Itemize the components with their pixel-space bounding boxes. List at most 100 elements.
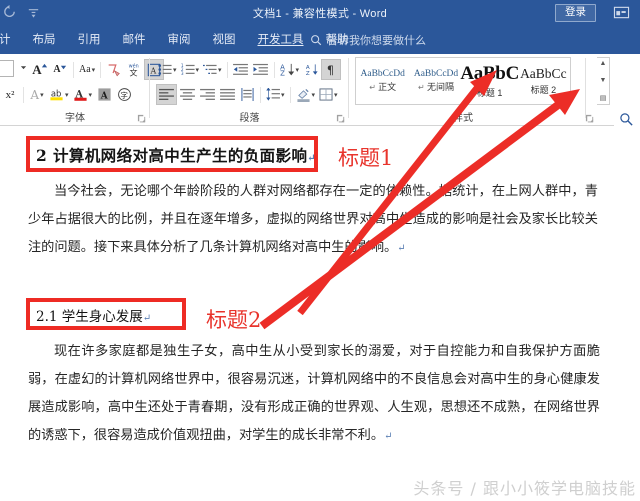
svg-text:¶: ¶ (326, 64, 333, 76)
sort-icon: A Z (280, 64, 294, 76)
text-effects-button[interactable]: A ▾ (27, 84, 47, 105)
styles-gallery-scrollbar[interactable]: ▲ ▼ ▤ (597, 57, 610, 105)
scroll-down-icon[interactable]: ▼ (600, 77, 607, 84)
character-shading-button[interactable]: A (94, 84, 114, 105)
chevron-down-icon[interactable]: ▾ (296, 66, 300, 74)
svg-text:A: A (305, 65, 309, 71)
styles-dialog-launcher[interactable] (585, 114, 594, 123)
style-item-no-spacing[interactable]: AaBbCcDd ↵ 无间隔 (409, 58, 462, 104)
style-item-heading-1[interactable]: AaBbC 标题 1 (460, 58, 519, 104)
pilcrow-icon: ↵ (142, 313, 152, 324)
ribbon-tab-row: 计 布局 引用 邮件 审阅 视图 开发工具 帮助 告诉我你想要做什么 (0, 26, 640, 54)
justify-button[interactable] (217, 84, 237, 105)
sort-az-button[interactable]: A Z (301, 59, 321, 80)
chevron-down-icon[interactable]: ▾ (89, 91, 93, 99)
chevron-down-icon[interactable]: ▾ (173, 66, 177, 74)
heading1-text[interactable]: 2 计算机网络对高中生产生的负面影响↵ (36, 144, 316, 166)
multilevel-list-button[interactable]: ▾ (201, 59, 224, 80)
show-formatting-marks-icon: ¶ (326, 64, 333, 76)
align-right-button[interactable] (197, 84, 217, 105)
style-preview: AaBbCcDd (360, 69, 405, 79)
paragraph-group-label: 段落 (239, 113, 260, 124)
styles-group: AaBbCcDd ↵ 正文 AaBbCcDd ↵ 无间隔 AaBbC 标题 1 … (355, 54, 610, 126)
multilevel-list-icon (203, 64, 217, 74)
shading-button[interactable]: ▾ (294, 84, 318, 105)
align-center-button[interactable] (177, 84, 197, 105)
text-effects-icon: A (30, 87, 40, 102)
enclose-characters-button[interactable]: 字 (114, 84, 134, 105)
tab-view[interactable]: 视图 (202, 26, 247, 54)
find-icon[interactable] (619, 112, 634, 127)
tab-design[interactable]: 计 (0, 26, 22, 54)
chevron-down-icon[interactable]: ▾ (334, 91, 338, 99)
text-highlight-color-button[interactable]: ab ▾ (47, 84, 71, 105)
chevron-down-icon[interactable]: ▾ (92, 66, 96, 74)
tell-me-box[interactable]: 告诉我你想要做什么 (310, 26, 426, 54)
chevron-down-icon[interactable]: ▾ (281, 91, 285, 99)
down-arrow-icon (60, 65, 66, 69)
numbering-button[interactable]: 1 2 3 ▾ (179, 59, 202, 80)
watermark: 头条号 / 跟小小筱学电脑技能 (413, 479, 636, 498)
style-preview: AaBbC (460, 63, 519, 84)
grow-font-button[interactable]: A (30, 59, 50, 80)
more-styles-icon[interactable]: ▤ (600, 94, 607, 102)
superscript-button[interactable]: x² (0, 84, 20, 105)
phonetic-guide-button[interactable]: wén 文 (124, 59, 144, 80)
borders-button[interactable]: ▾ (317, 84, 340, 105)
sort-button[interactable]: A Z ▾ (278, 59, 302, 80)
tab-developer[interactable]: 开发工具 (247, 26, 315, 54)
pilcrow-icon: ↵ (369, 83, 379, 92)
font-color-icon: A (74, 89, 87, 101)
font-name-box[interactable] (0, 60, 14, 77)
chevron-down-icon[interactable]: ▾ (65, 91, 69, 99)
ribbon: A A Aa ▾ wén 文 A x² A ▾ ab ▾ A ▾ A 字 字体 … (0, 54, 640, 180)
tab-mailings[interactable]: 邮件 (112, 26, 157, 54)
style-name: ↵ 无间隔 (418, 82, 454, 92)
distributed-button[interactable] (237, 84, 257, 105)
tab-references[interactable]: 引用 (67, 26, 112, 54)
paragraph-2[interactable]: 现在许多家庭都是独生子女，高中生从小受到家长的溺爱，对于自控能力和自我保护方面脆… (28, 338, 600, 451)
styles-gallery[interactable]: AaBbCcDd ↵ 正文 AaBbCcDd ↵ 无间隔 AaBbC 标题 1 … (355, 57, 571, 105)
sort-az-icon: A Z (305, 64, 318, 76)
svg-text:ab: ab (51, 88, 62, 98)
paragraph-1[interactable]: 当今社会，无论哪个年龄阶段的人群对网络都存在一定的依赖性。据统计，在上网人群中，… (28, 178, 598, 263)
pilcrow-icon: ↵ (307, 153, 317, 164)
enclose-characters-icon: 字 (117, 88, 131, 101)
font-dialog-launcher[interactable] (137, 114, 146, 123)
paragraph-dialog-launcher[interactable] (336, 114, 345, 123)
shrink-font-button[interactable]: A (50, 59, 70, 80)
align-center-icon (179, 88, 195, 100)
superscript-icon: x² (5, 88, 15, 101)
style-item-normal[interactable]: AaBbCcDd ↵ 正文 (356, 58, 409, 104)
tab-layout[interactable]: 布局 (22, 26, 67, 54)
increase-indent-button[interactable] (251, 59, 271, 80)
chevron-down-icon[interactable]: ▾ (218, 66, 222, 74)
align-left-button[interactable] (156, 84, 177, 105)
chevron-down-icon[interactable] (20, 64, 27, 71)
annotation-heading1: 标题1 (338, 146, 394, 170)
styles-group-label: 样式 (453, 113, 473, 124)
font-color-button[interactable]: A ▾ (71, 84, 95, 105)
scroll-up-icon[interactable]: ▲ (600, 60, 607, 67)
document-canvas[interactable]: 2 计算机网络对高中生产生的负面影响↵ 标题1 当今社会，无论哪个年龄阶段的人群… (0, 126, 640, 501)
svg-text:文: 文 (130, 68, 138, 77)
sign-in-button[interactable]: 登录 (555, 4, 596, 22)
line-spacing-button[interactable]: ▾ (264, 84, 287, 105)
show-formatting-marks-button[interactable]: ¶ (321, 59, 342, 80)
style-item-heading-2[interactable]: AaBbCc 标题 2 (517, 58, 570, 104)
clear-formatting-icon (108, 64, 121, 77)
clear-formatting-button[interactable] (104, 59, 124, 80)
ribbon-display-options-icon[interactable] (613, 5, 630, 20)
chevron-down-icon[interactable]: ▾ (312, 91, 316, 99)
chevron-down-icon[interactable]: ▾ (196, 66, 200, 74)
heading2-text[interactable]: 2.1 学生身心发展↵ (36, 305, 151, 325)
font-group-label: 字体 (65, 113, 85, 124)
chevron-down-icon[interactable]: ▾ (40, 91, 44, 99)
change-case-button[interactable]: Aa ▾ (77, 59, 97, 80)
tab-review[interactable]: 审阅 (157, 26, 202, 54)
align-left-icon (159, 88, 174, 100)
annotation-heading2: 标题2 (206, 308, 262, 332)
bullets-button[interactable]: ▾ (156, 59, 179, 80)
phonetic-guide-icon: wén 文 (129, 63, 139, 77)
decrease-indent-button[interactable] (231, 59, 251, 80)
